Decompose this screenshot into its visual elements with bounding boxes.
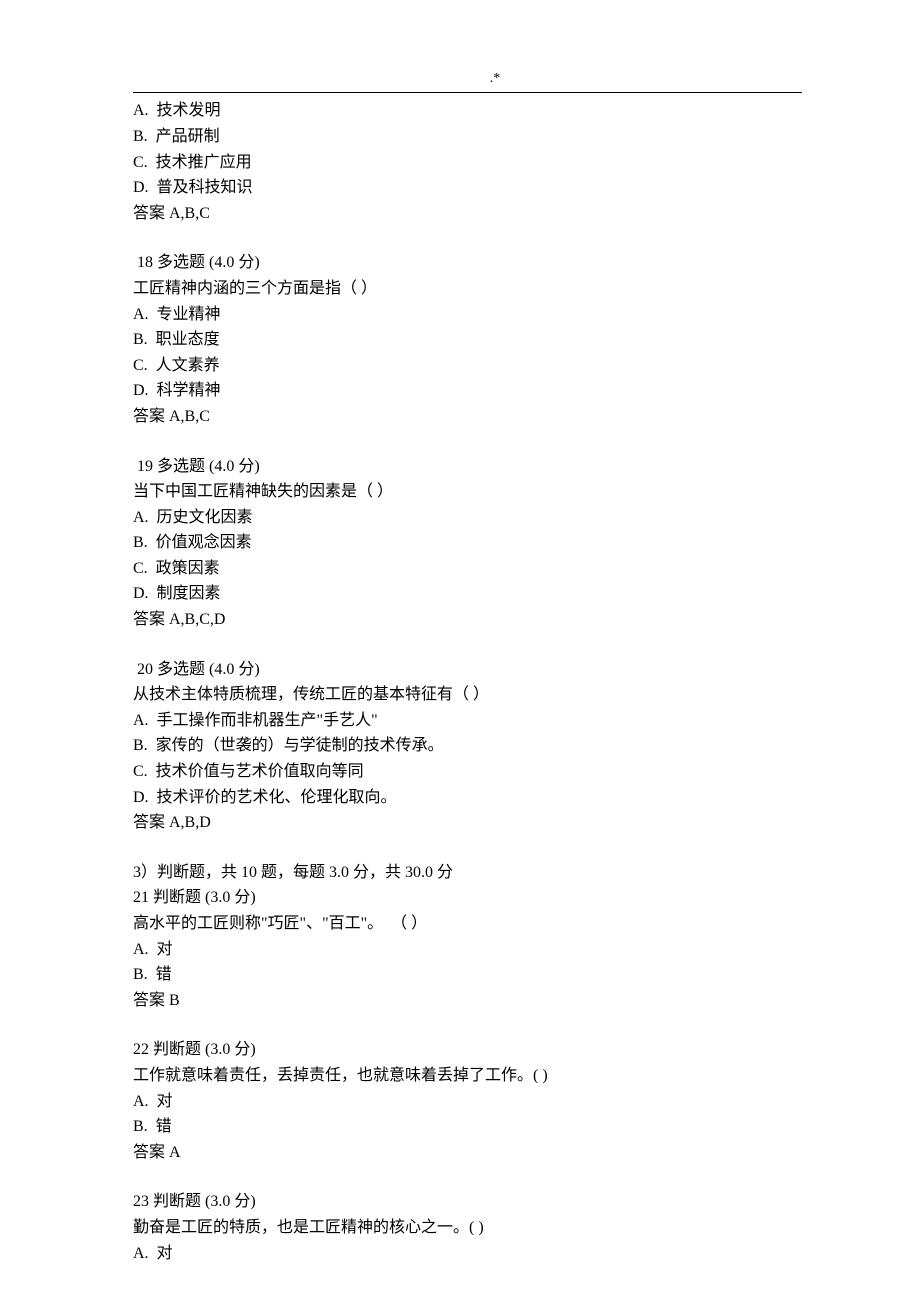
q18-option-a: A. 专业精神 xyxy=(133,302,802,328)
section-3-title: 3）判断题，共 10 题，每题 3.0 分，共 30.0 分 xyxy=(133,860,802,886)
q19-option-c: C. 政策因素 xyxy=(133,556,802,582)
q21-option-b: B. 错 xyxy=(133,962,802,988)
section-3-and-q21: 3）判断题，共 10 题，每题 3.0 分，共 30.0 分 21 判断题 (3… xyxy=(133,860,802,1014)
q18-option-d: D. 科学精神 xyxy=(133,378,802,404)
q22-option-a: A. 对 xyxy=(133,1089,802,1115)
question-17-tail: A. 技术发明 B. 产品研制 C. 技术推广应用 D. 普及科技知识 答案 A… xyxy=(133,98,802,226)
question-19: 19 多选题 (4.0 分) 当下中国工匠精神缺失的因素是（ ） A. 历史文化… xyxy=(133,454,802,633)
q17-answer: 答案 A,B,C xyxy=(133,201,802,227)
q23-stem: 勤奋是工匠的特质，也是工匠精神的核心之一。( ) xyxy=(133,1215,802,1241)
q18-stem: 工匠精神内涵的三个方面是指（ ） xyxy=(133,276,802,302)
q20-option-a: A. 手工操作而非机器生产"手艺人" xyxy=(133,708,802,734)
q23-title: 23 判断题 (3.0 分) xyxy=(133,1189,802,1215)
q17-option-d: D. 普及科技知识 xyxy=(133,175,802,201)
q21-option-a: A. 对 xyxy=(133,937,802,963)
q19-title: 19 多选题 (4.0 分) xyxy=(133,454,802,480)
q22-stem: 工作就意味着责任，丢掉责任，也就意味着丢掉了工作。( ) xyxy=(133,1063,802,1089)
q19-stem: 当下中国工匠精神缺失的因素是（ ） xyxy=(133,479,802,505)
q20-option-b: B. 家传的（世袭的）与学徒制的技术传承。 xyxy=(133,733,802,759)
q22-answer: 答案 A xyxy=(133,1140,802,1166)
q18-option-b: B. 职业态度 xyxy=(133,327,802,353)
q18-answer: 答案 A,B,C xyxy=(133,404,802,430)
q20-option-d: D. 技术评价的艺术化、伦理化取向。 xyxy=(133,785,802,811)
q19-option-a: A. 历史文化因素 xyxy=(133,505,802,531)
q21-title: 21 判断题 (3.0 分) xyxy=(133,885,802,911)
question-23: 23 判断题 (3.0 分) 勤奋是工匠的特质，也是工匠精神的核心之一。( ) … xyxy=(133,1189,802,1266)
q19-answer: 答案 A,B,C,D xyxy=(133,607,802,633)
q19-option-d: D. 制度因素 xyxy=(133,581,802,607)
q21-stem: 高水平的工匠则称"巧匠"、"百工"。 （ ） xyxy=(133,911,802,937)
q18-option-c: C. 人文素养 xyxy=(133,353,802,379)
question-18: 18 多选题 (4.0 分) 工匠精神内涵的三个方面是指（ ） A. 专业精神 … xyxy=(133,250,802,429)
q17-option-c: C. 技术推广应用 xyxy=(133,150,802,176)
page-header: .* xyxy=(133,68,802,90)
q18-title: 18 多选题 (4.0 分) xyxy=(133,250,802,276)
header-rule xyxy=(133,92,802,93)
q20-title: 20 多选题 (4.0 分) xyxy=(133,657,802,683)
q22-option-b: B. 错 xyxy=(133,1114,802,1140)
q17-option-a: A. 技术发明 xyxy=(133,98,802,124)
q21-answer: 答案 B xyxy=(133,988,802,1014)
q22-title: 22 判断题 (3.0 分) xyxy=(133,1037,802,1063)
q20-answer: 答案 A,B,D xyxy=(133,810,802,836)
q17-option-b: B. 产品研制 xyxy=(133,124,802,150)
q20-stem: 从技术主体特质梳理，传统工匠的基本特征有（ ） xyxy=(133,682,802,708)
q20-option-c: C. 技术价值与艺术价值取向等同 xyxy=(133,759,802,785)
q19-option-b: B. 价值观念因素 xyxy=(133,530,802,556)
question-22: 22 判断题 (3.0 分) 工作就意味着责任，丢掉责任，也就意味着丢掉了工作。… xyxy=(133,1037,802,1165)
q23-option-a: A. 对 xyxy=(133,1241,802,1267)
document-page: .* A. 技术发明 B. 产品研制 C. 技术推广应用 D. 普及科技知识 答… xyxy=(0,0,920,1302)
question-20: 20 多选题 (4.0 分) 从技术主体特质梳理，传统工匠的基本特征有（ ） A… xyxy=(133,657,802,836)
